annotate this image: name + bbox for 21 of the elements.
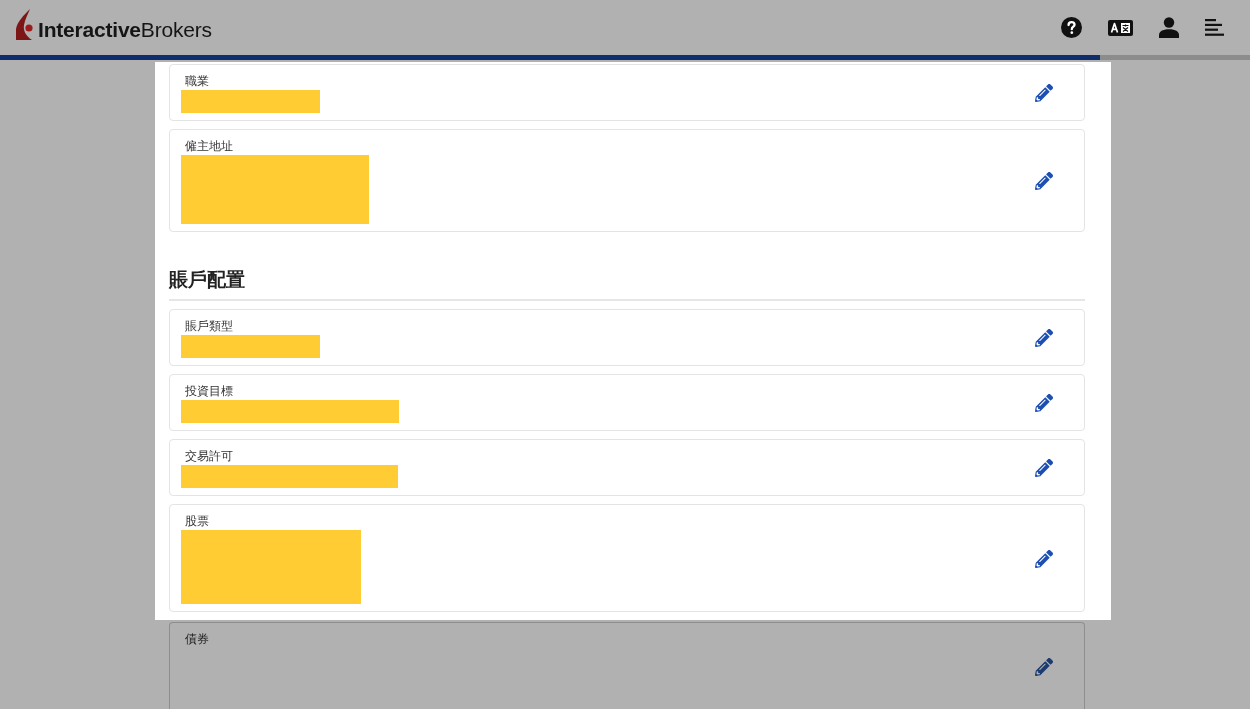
pencil-icon[interactable] bbox=[1035, 329, 1053, 347]
pencil-icon[interactable] bbox=[1035, 84, 1053, 102]
logo-icon bbox=[15, 8, 35, 41]
user-icon[interactable] bbox=[1159, 17, 1179, 38]
pencil-icon[interactable] bbox=[1035, 657, 1053, 676]
menu-icon[interactable] bbox=[1205, 19, 1225, 36]
pencil-icon[interactable] bbox=[1035, 549, 1053, 568]
field-label: 投資目標 bbox=[185, 383, 233, 400]
help-icon[interactable] bbox=[1061, 17, 1082, 38]
field-label: 僱主地址 bbox=[185, 138, 233, 155]
field-label: 賬戶類型 bbox=[185, 318, 233, 335]
field-label: 股票 bbox=[185, 513, 209, 530]
section-heading: 賬戶配置 bbox=[169, 268, 246, 292]
pencil-icon[interactable] bbox=[1035, 459, 1053, 477]
logo-text: InteractiveBrokers bbox=[38, 17, 212, 42]
pencil-icon[interactable] bbox=[1035, 172, 1053, 190]
field-label: 交易許可 bbox=[185, 448, 233, 465]
language-icon[interactable] bbox=[1108, 19, 1133, 36]
pencil-icon[interactable] bbox=[1035, 394, 1053, 412]
field-label: 職業 bbox=[185, 73, 209, 90]
field-label: 債券 bbox=[185, 631, 209, 648]
